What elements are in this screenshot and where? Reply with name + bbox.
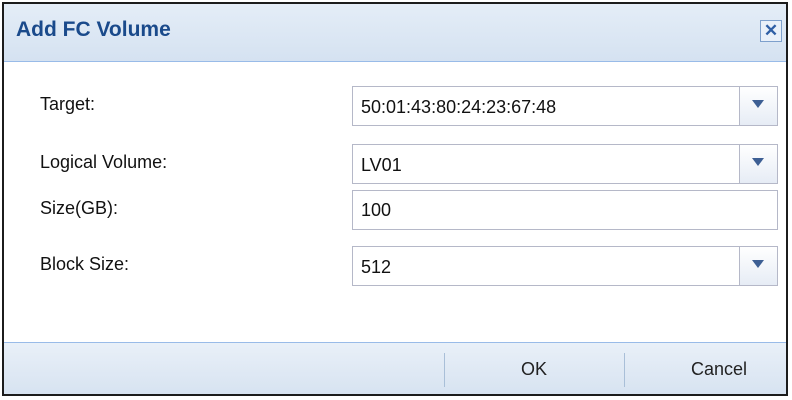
chevron-down-icon xyxy=(752,260,764,268)
logical-volume-select[interactable]: LV01 xyxy=(352,144,778,184)
footer-separator xyxy=(624,353,625,387)
size-label: Size(GB): xyxy=(40,198,119,218)
close-button[interactable]: ✕ xyxy=(760,20,782,42)
block-size-select[interactable]: 512 xyxy=(352,246,778,286)
form-body: Target: 50:01:43:80:24:23:67:48 Logical … xyxy=(4,62,786,342)
target-value: 50:01:43:80:24:23:67:48 xyxy=(361,97,557,117)
ok-button[interactable]: OK xyxy=(484,349,584,389)
form-row-target: Target: 50:01:43:80:24:23:67:48 xyxy=(4,82,786,126)
logical-volume-value: LV01 xyxy=(361,155,402,175)
form-row-size: Size(GB): xyxy=(4,186,786,230)
block-size-dropdown-trigger[interactable] xyxy=(739,247,777,285)
block-size-value: 512 xyxy=(361,257,392,277)
logical-volume-dropdown-trigger[interactable] xyxy=(739,145,777,183)
dialog-title: Add FC Volume xyxy=(16,18,171,41)
add-fc-volume-dialog: Add FC Volume ✕ Target: 50:01:43:80:24:2… xyxy=(2,2,788,396)
footer-separator xyxy=(444,353,445,387)
chevron-down-icon xyxy=(752,100,764,108)
target-label: Target: xyxy=(40,94,96,114)
block-size-label: Block Size: xyxy=(40,254,130,274)
dialog-titlebar: Add FC Volume ✕ xyxy=(4,4,786,62)
logical-volume-label: Logical Volume: xyxy=(40,152,168,172)
chevron-down-icon xyxy=(752,158,764,166)
cancel-button[interactable]: Cancel xyxy=(664,349,774,389)
form-row-block-size: Block Size: 512 xyxy=(4,242,786,286)
target-dropdown-trigger[interactable] xyxy=(739,87,777,125)
size-input[interactable] xyxy=(352,190,778,230)
close-icon: ✕ xyxy=(763,21,779,40)
target-select[interactable]: 50:01:43:80:24:23:67:48 xyxy=(352,86,778,126)
form-row-logical-volume: Logical Volume: LV01 xyxy=(4,140,786,184)
dialog-footer: OK Cancel xyxy=(4,342,786,394)
